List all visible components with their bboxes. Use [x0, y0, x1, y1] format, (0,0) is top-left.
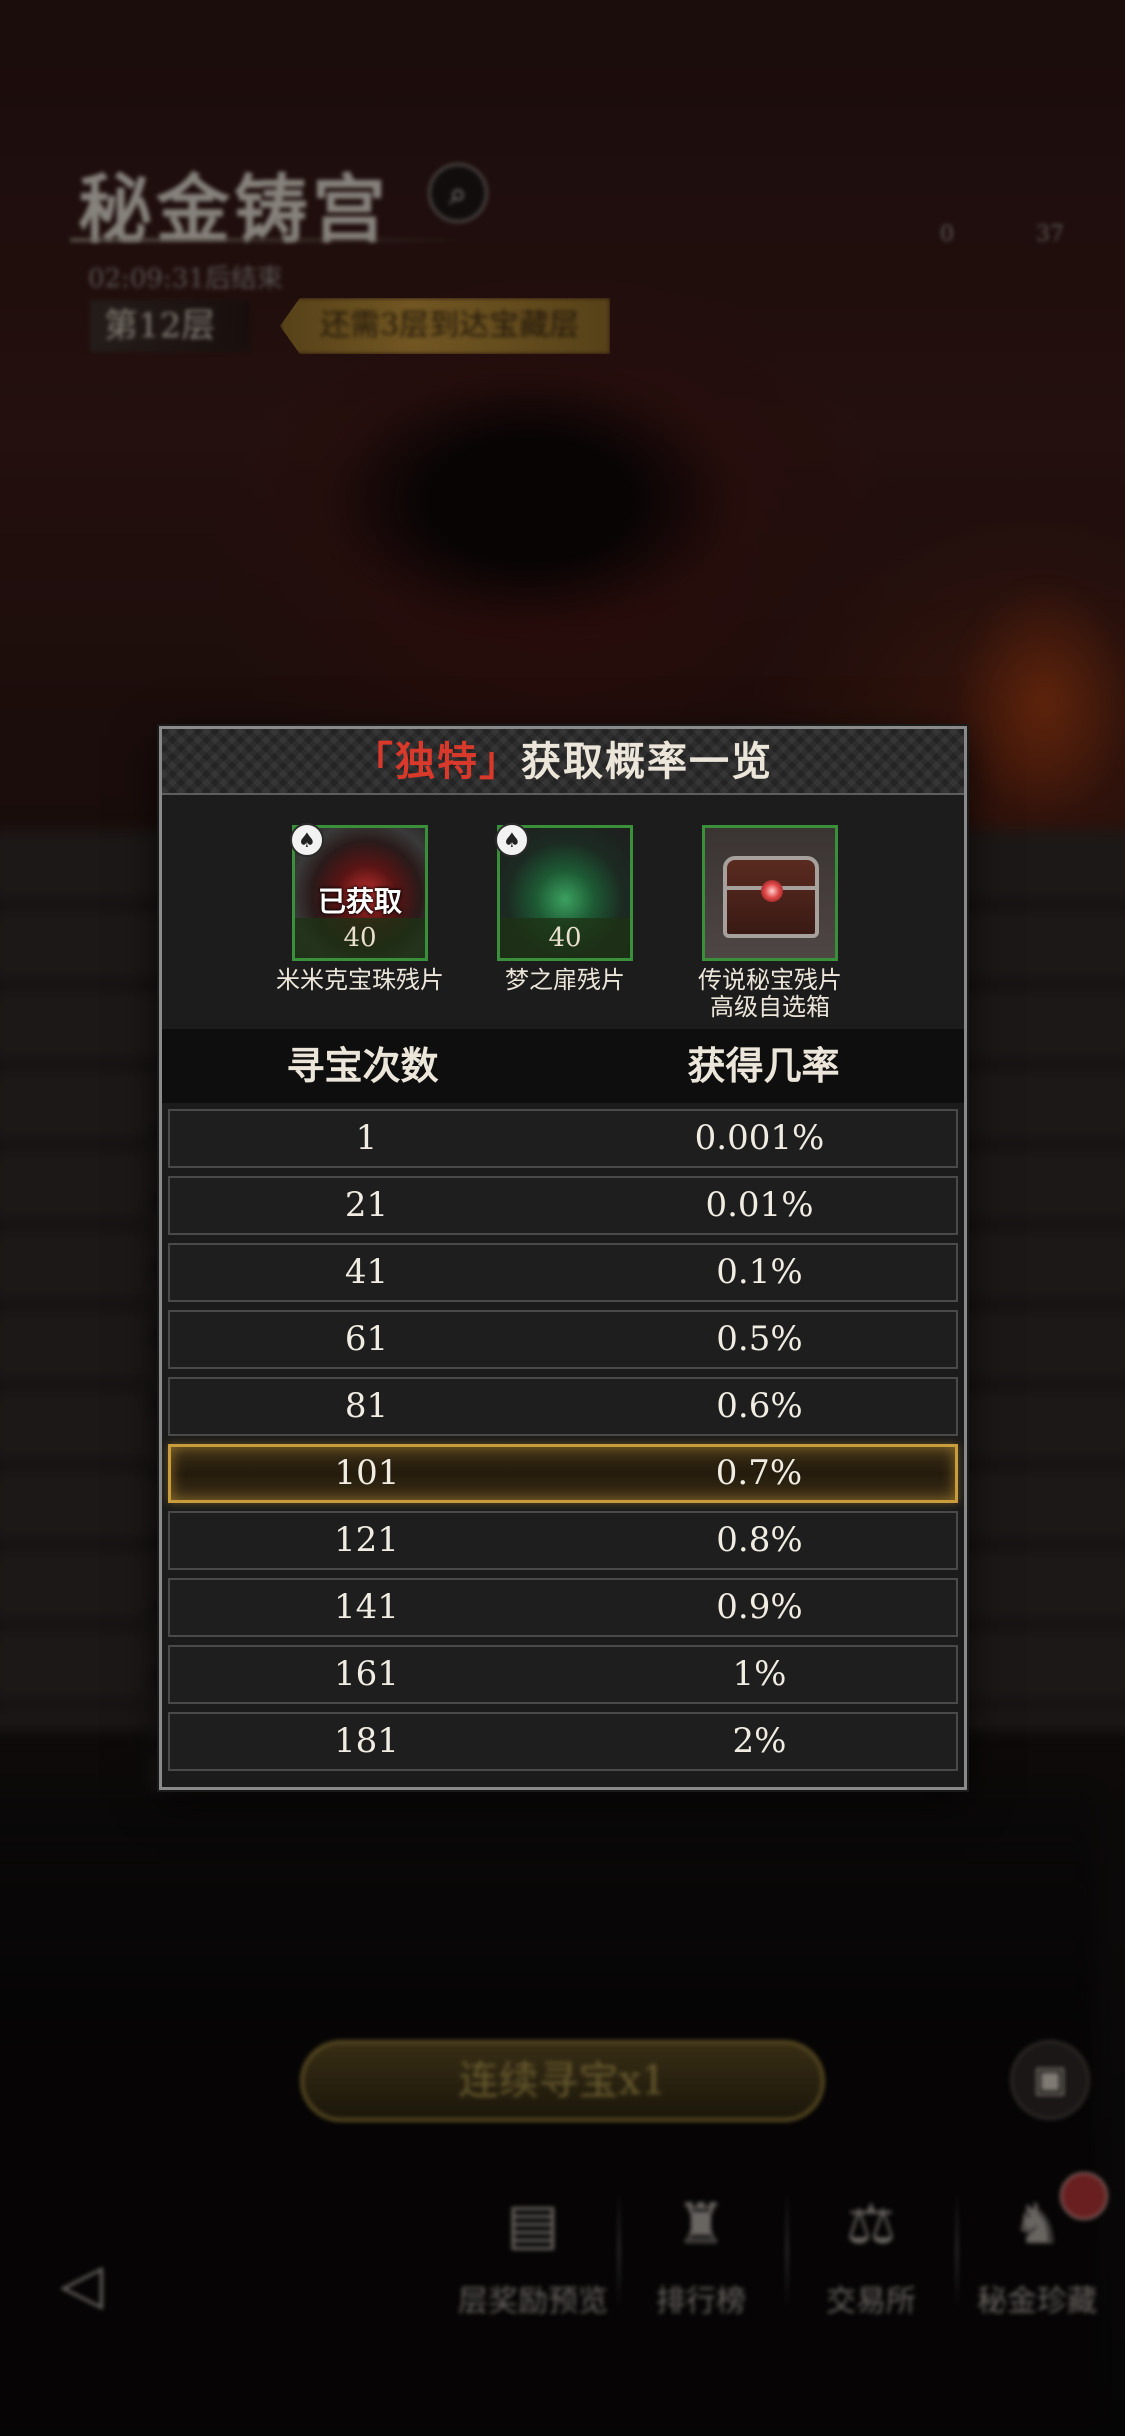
search-count: 21 — [344, 1185, 389, 1225]
reward-items: 已获取 40 ♠ 米米克宝珠残片 40 ♠ 梦之扉残片 传说秘宝残片 高级自选箱 — [162, 795, 964, 1029]
table-row: 141 0.9% — [168, 1578, 958, 1637]
drop-rate: 0.9% — [716, 1587, 803, 1627]
probability-modal: 「独特」获取概率一览 已获取 40 ♠ 米米克宝珠残片 40 ♠ 梦之扉残片 传… — [159, 726, 967, 1790]
table-header: 寻宝次数 获得几率 — [162, 1029, 964, 1103]
drop-rate: 0.001% — [694, 1118, 825, 1158]
column-header-rate: 获得几率 — [687, 1043, 840, 1088]
drop-rate: 0.8% — [716, 1520, 803, 1560]
obtained-label: 已获取 — [317, 885, 402, 918]
reward-item-dream-door[interactable]: 40 ♠ 梦之扉残片 — [495, 823, 633, 994]
table-row: 121 0.8% — [168, 1511, 958, 1570]
table-row: 81 0.6% — [168, 1377, 958, 1436]
table-row: 161 1% — [168, 1645, 958, 1704]
item-name: 传说秘宝残片 高级自选箱 — [698, 966, 842, 1021]
table-row: 21 0.01% — [168, 1176, 958, 1235]
item-card — [702, 825, 838, 961]
search-count: 61 — [344, 1319, 389, 1359]
drop-rate: 0.6% — [716, 1386, 803, 1426]
table-row: 1 0.001% — [168, 1109, 958, 1168]
search-count: 121 — [334, 1520, 399, 1560]
rarity-label: 「独特」 — [353, 738, 521, 785]
reward-item-legend-chest[interactable]: 传说秘宝残片 高级自选箱 — [698, 825, 842, 1021]
search-count: 1 — [355, 1118, 378, 1158]
modal-title-text: 获取概率一览 — [521, 738, 773, 785]
modal-title: 「独特」获取概率一览 — [162, 729, 964, 795]
treasure-chest-icon — [705, 828, 835, 958]
shard-badge-icon: ♠ — [495, 823, 529, 857]
column-header-count: 寻宝次数 — [286, 1043, 439, 1088]
table-row: 41 0.1% — [168, 1243, 958, 1302]
search-count: 81 — [344, 1386, 389, 1426]
search-count: 181 — [334, 1721, 399, 1761]
drop-rate: 1% — [732, 1654, 787, 1694]
drop-rate: 0.5% — [716, 1319, 803, 1359]
item-name: 米米克宝珠残片 — [276, 966, 444, 994]
drop-rate: 2% — [732, 1721, 787, 1761]
item-count: 40 — [500, 918, 630, 958]
probability-table: 1 0.001% 21 0.01% 41 0.1% 61 0.5% 81 0.6% 101… — [162, 1103, 964, 1771]
shard-badge-icon: ♠ — [290, 823, 324, 857]
table-row: 61 0.5% — [168, 1310, 958, 1369]
table-row: 181 2% — [168, 1712, 958, 1771]
drop-rate: 0.1% — [716, 1252, 803, 1292]
reward-item-mimic-orb[interactable]: 已获取 40 ♠ 米米克宝珠残片 — [276, 823, 444, 994]
drop-rate: 0.01% — [705, 1185, 814, 1225]
search-count: 101 — [334, 1453, 400, 1493]
table-row-current: 101 0.7% — [168, 1444, 958, 1503]
search-count: 141 — [334, 1587, 399, 1627]
drop-rate: 0.7% — [715, 1453, 803, 1493]
search-count: 161 — [334, 1654, 399, 1694]
search-count: 41 — [344, 1252, 389, 1292]
item-count: 40 — [295, 918, 425, 958]
item-name: 梦之扉残片 — [505, 966, 625, 994]
